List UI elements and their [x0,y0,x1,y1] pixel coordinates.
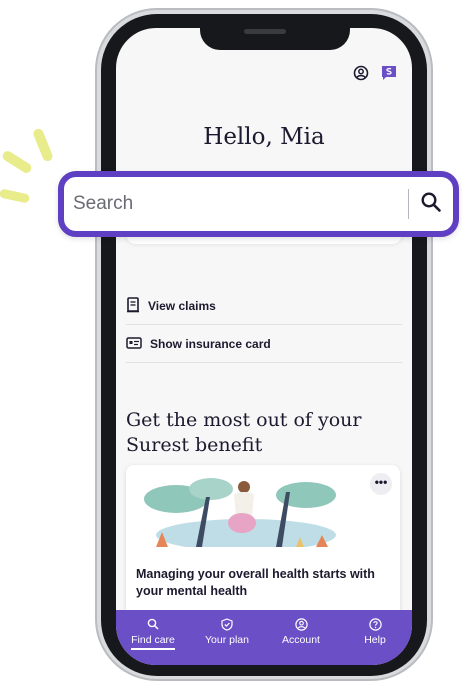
tab-find-care[interactable]: Find care [119,616,187,665]
phone-speaker [244,29,286,34]
account-icon [294,616,308,632]
wellness-illustration [136,477,341,547]
chat-icon[interactable] [381,65,397,81]
view-claims-label: View claims [148,299,216,313]
show-insurance-card-link[interactable]: Show insurance card [126,326,402,363]
show-insurance-card-label: Show insurance card [150,337,271,351]
header-icons [353,65,397,81]
search-icon [420,191,442,218]
tab-label: Find care [131,634,175,650]
sparkle-decoration [31,127,55,163]
search-input[interactable] [64,184,408,224]
sparkle-decoration [0,188,31,204]
search-button[interactable] [409,182,453,226]
tab-help[interactable]: Help [341,616,409,665]
phone-notch [200,22,350,50]
sparkle-decoration [0,149,34,175]
view-claims-link[interactable]: View claims [126,288,402,325]
search-icon [147,616,159,632]
more-icon[interactable]: ••• [370,473,392,495]
tab-account[interactable]: Account [267,616,335,665]
app-screen: Hello, Mia View claims Show insurance ca… [116,28,412,665]
receipt-icon [126,296,140,316]
tab-label: Your plan [205,634,249,646]
tab-label: Help [364,634,386,646]
id-card-icon [126,336,142,352]
search-bar [58,171,459,237]
tab-your-plan[interactable]: Your plan [193,616,261,665]
shield-check-icon [221,616,233,632]
article-title: Managing your overall health starts with… [136,567,375,598]
promo-heading: Get the most out of your Surest benefit [126,409,362,456]
bottom-nav: Find care Your plan Account Help [116,610,412,665]
tab-label: Account [282,634,320,646]
article-card[interactable]: ••• Managing your overall health starts … [126,465,400,625]
profile-icon[interactable] [353,65,369,81]
greeting-heading: Hello, Mia [203,124,325,150]
help-icon [368,616,382,632]
